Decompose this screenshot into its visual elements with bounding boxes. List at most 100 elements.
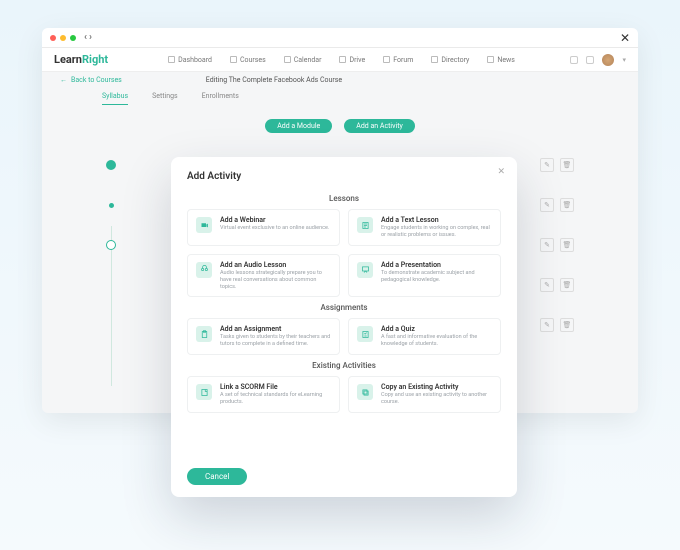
- modal-title: Add Activity: [187, 171, 501, 182]
- topbar-right: ▾: [570, 54, 626, 66]
- nav-drive[interactable]: Drive: [339, 56, 365, 64]
- nav-courses[interactable]: Courses: [230, 56, 266, 64]
- forum-icon: [383, 56, 390, 63]
- delete-icon[interactable]: 🗑: [560, 278, 574, 292]
- close-dot[interactable]: [50, 35, 56, 41]
- close-icon[interactable]: ✕: [497, 167, 505, 177]
- quiz-icon: [357, 326, 373, 342]
- edit-icon[interactable]: ✎: [540, 238, 554, 252]
- module-bullet-icon[interactable]: [106, 240, 116, 250]
- add-activity-modal: ✕ Add Activity Lessons Add a WebinarVirt…: [171, 157, 517, 497]
- notifications-icon[interactable]: [586, 56, 594, 64]
- copy-icon: [357, 384, 373, 400]
- assignment-icon: [196, 326, 212, 342]
- audio-icon: [196, 262, 212, 278]
- tab-enrollments[interactable]: Enrollments: [202, 88, 239, 105]
- card-desc: A set of technical standards for eLearni…: [220, 392, 331, 406]
- activity-bullet-icon: [109, 203, 114, 208]
- action-buttons: Add a Module Add an Activity: [42, 119, 638, 133]
- dashboard-icon: [168, 56, 175, 63]
- text-icon: [357, 217, 373, 233]
- card-desc: A fast and informative evaluation of the…: [381, 334, 492, 348]
- calendar-icon: [284, 56, 291, 63]
- card-desc: Audio lessons strategically prepare you …: [220, 270, 331, 291]
- edit-icon[interactable]: ✎: [540, 318, 554, 332]
- add-module-button[interactable]: Add a Module: [265, 119, 332, 133]
- edit-icon[interactable]: ✎: [540, 158, 554, 172]
- assignments-grid: Add an AssignmentTasks given to students…: [187, 318, 501, 355]
- traffic-lights: [50, 35, 76, 41]
- titlebar: ‹ › ✕: [42, 28, 638, 48]
- forward-icon[interactable]: ›: [89, 32, 92, 43]
- nav-items: Dashboard Courses Calendar Drive Forum D…: [168, 56, 515, 64]
- module-bullet-icon[interactable]: [106, 160, 116, 170]
- max-dot[interactable]: [70, 35, 76, 41]
- timeline-line: [111, 226, 112, 386]
- avatar[interactable]: [602, 54, 614, 66]
- card-title: Add an Assignment: [220, 325, 331, 333]
- existing-grid: Link a SCORM FileA set of technical stan…: [187, 376, 501, 413]
- nav-dashboard[interactable]: Dashboard: [168, 56, 212, 64]
- delete-icon[interactable]: 🗑: [560, 198, 574, 212]
- webinar-icon: [196, 217, 212, 233]
- presentation-icon: [357, 262, 373, 278]
- breadcrumb[interactable]: Back to Courses: [71, 76, 122, 84]
- card-audio-lesson[interactable]: Add an Audio LessonAudio lessons strateg…: [187, 254, 340, 298]
- delete-icon[interactable]: 🗑: [560, 158, 574, 172]
- edit-icon[interactable]: ✎: [540, 198, 554, 212]
- nav-news[interactable]: News: [487, 56, 515, 64]
- back-arrow-icon[interactable]: ←: [60, 76, 67, 84]
- min-dot[interactable]: [60, 35, 66, 41]
- drive-icon: [339, 56, 346, 63]
- news-icon: [487, 56, 494, 63]
- brand-part1: Learn: [54, 53, 82, 66]
- card-title: Copy an Existing Activity: [381, 383, 492, 391]
- delete-icon[interactable]: 🗑: [560, 238, 574, 252]
- chat-icon[interactable]: [570, 56, 578, 64]
- card-title: Add a Text Lesson: [381, 216, 492, 224]
- edit-icon[interactable]: ✎: [540, 278, 554, 292]
- card-title: Add a Webinar: [220, 216, 329, 224]
- card-title: Add a Presentation: [381, 261, 492, 269]
- nav-directory[interactable]: Directory: [431, 56, 469, 64]
- scorm-icon: [196, 384, 212, 400]
- delete-icon[interactable]: 🗑: [560, 318, 574, 332]
- section-existing-title: Existing Activities: [187, 361, 501, 370]
- directory-icon: [431, 56, 438, 63]
- nav-forum[interactable]: Forum: [383, 56, 413, 64]
- courses-icon: [230, 56, 237, 63]
- card-assignment[interactable]: Add an AssignmentTasks given to students…: [187, 318, 340, 355]
- breadcrumb-row: ← Back to Courses Editing The Complete F…: [42, 72, 638, 88]
- card-text-lesson[interactable]: Add a Text LessonEngage students in work…: [348, 209, 501, 246]
- card-title: Link a SCORM File: [220, 383, 331, 391]
- page-title: Editing The Complete Facebook Ads Course: [206, 76, 342, 84]
- tab-settings[interactable]: Settings: [152, 88, 178, 105]
- chevron-down-icon[interactable]: ▾: [622, 56, 626, 64]
- card-desc: Copy and use an existing activity to ano…: [381, 392, 492, 406]
- card-desc: Engage students in working on complex, r…: [381, 225, 492, 239]
- card-copy-activity[interactable]: Copy an Existing ActivityCopy and use an…: [348, 376, 501, 413]
- card-desc: Tasks given to students by their teacher…: [220, 334, 331, 348]
- add-activity-button[interactable]: Add an Activity: [344, 119, 415, 133]
- tab-syllabus[interactable]: Syllabus: [102, 88, 128, 105]
- lessons-grid: Add a WebinarVirtual event exclusive to …: [187, 209, 501, 297]
- history-arrows[interactable]: ‹ ›: [84, 32, 92, 43]
- top-nav: LearnRight Dashboard Courses Calendar Dr…: [42, 48, 638, 72]
- brand-part2: Right: [82, 53, 108, 66]
- card-title: Add a Quiz: [381, 325, 492, 333]
- card-presentation[interactable]: Add a PresentationTo demonstrate academi…: [348, 254, 501, 298]
- card-scorm[interactable]: Link a SCORM FileA set of technical stan…: [187, 376, 340, 413]
- back-icon[interactable]: ‹: [84, 32, 87, 43]
- brand-logo[interactable]: LearnRight: [54, 53, 108, 66]
- card-title: Add an Audio Lesson: [220, 261, 331, 269]
- card-desc: To demonstrate academic subject and peda…: [381, 270, 492, 284]
- tabs: Syllabus Settings Enrollments: [42, 88, 638, 105]
- section-assignments-title: Assignments: [187, 303, 501, 312]
- cancel-button[interactable]: Cancel: [187, 468, 247, 485]
- section-lessons-title: Lessons: [187, 194, 501, 203]
- card-quiz[interactable]: Add a QuizA fast and informative evaluat…: [348, 318, 501, 355]
- window-close-icon[interactable]: ✕: [620, 31, 630, 45]
- card-desc: Virtual event exclusive to an online aud…: [220, 225, 329, 232]
- nav-calendar[interactable]: Calendar: [284, 56, 322, 64]
- card-webinar[interactable]: Add a WebinarVirtual event exclusive to …: [187, 209, 340, 246]
